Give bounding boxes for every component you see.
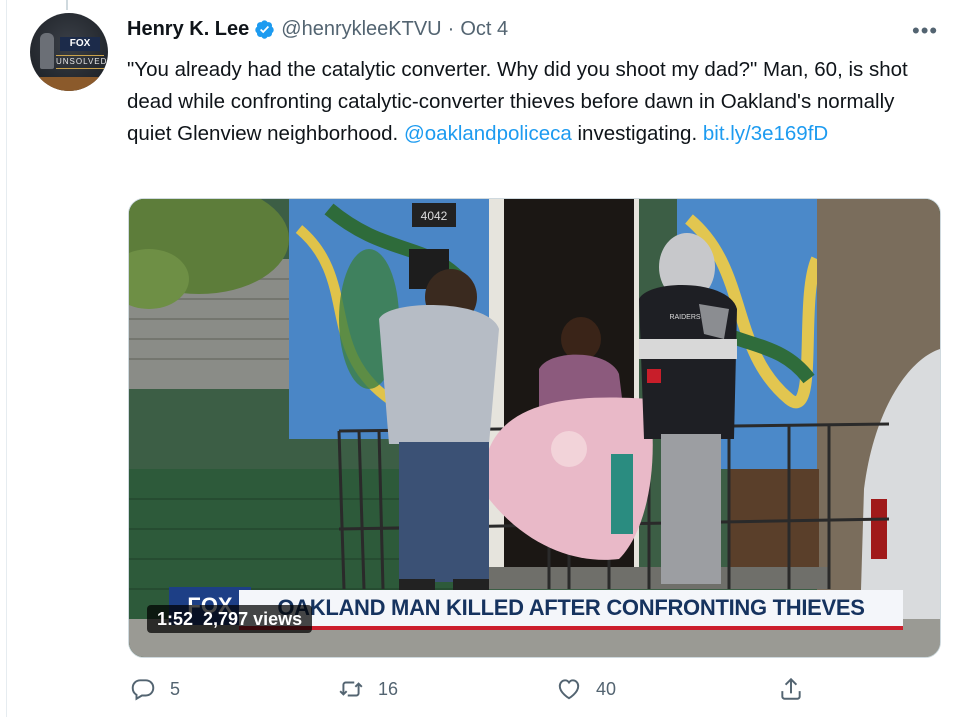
avatar-fox-logo: FOX [60, 37, 100, 51]
like-button[interactable]: 40 [556, 676, 616, 702]
jacket-text: RAIDERS [669, 314, 700, 321]
share-button[interactable] [778, 676, 804, 702]
verified-badge-icon [255, 19, 274, 39]
like-icon [558, 679, 580, 700]
separator-dot: · [447, 17, 455, 40]
video-player[interactable]: 4042 RAIDERS OAKLAND MAN KILLED AFTER CO… [128, 198, 941, 658]
news-banner: OAKLAND MAN KILLED AFTER CONFRONTING THI… [239, 590, 903, 630]
author-name[interactable]: Henry K. Lee [127, 18, 249, 41]
reply-icon [131, 679, 155, 701]
retweet-button[interactable]: 16 [338, 676, 398, 702]
retweet-icon [339, 681, 363, 697]
author-handle[interactable]: @henrykleeKTVU [281, 18, 441, 41]
video-info-badge: 1:52 2,797 views [147, 605, 313, 633]
mention-link[interactable]: @oaklandpoliceca [404, 122, 572, 145]
house-number: 4042 [421, 209, 448, 223]
tweet-body-tail: investigating. [571, 122, 703, 145]
video-views: 2,797 views [203, 609, 303, 629]
avatar-shelf [30, 77, 108, 91]
avatar-person [40, 33, 54, 69]
like-count: 40 [596, 678, 617, 699]
retweet-count: 16 [378, 678, 399, 699]
tweet-actions: 5 16 40 [130, 676, 830, 708]
share-icon [781, 677, 801, 700]
tweet-text: "You already had the catalytic converter… [127, 54, 937, 150]
avatar-caption: UNSOLVED [56, 55, 106, 69]
timeline-border [0, 0, 7, 717]
url-link[interactable]: bit.ly/3e169fD [703, 122, 828, 145]
thread-line [66, 0, 68, 10]
reply-count: 5 [170, 678, 181, 699]
tweet-header: Henry K. Lee @henrykleeKTVU · Oct 4 [127, 16, 508, 42]
video-duration: 1:52 [157, 609, 194, 629]
avatar[interactable]: FOX UNSOLVED [30, 13, 108, 91]
tweet-date[interactable]: Oct 4 [460, 18, 508, 41]
more-icon[interactable]: ••• [912, 18, 938, 44]
reply-button[interactable]: 5 [130, 676, 180, 702]
